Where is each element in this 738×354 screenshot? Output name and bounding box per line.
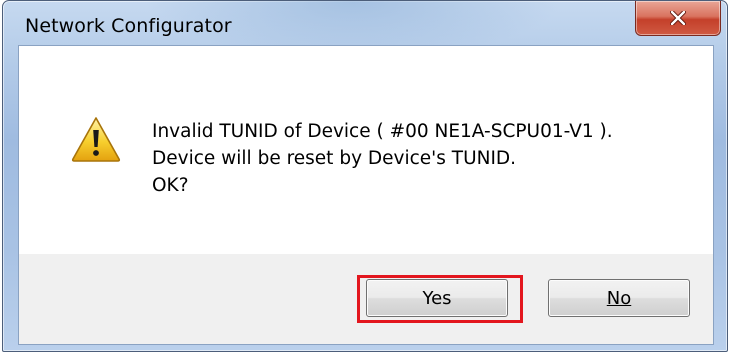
no-button[interactable]: No xyxy=(548,279,690,317)
dialog-window: Network Configurator Invalid TUNID of De… xyxy=(2,0,728,352)
dialog-title: Network Configurator xyxy=(25,15,232,37)
warning-icon xyxy=(71,117,121,162)
message-line: Device will be reset by Device's TUNID. xyxy=(152,148,517,169)
message-line: Invalid TUNID of Device ( #00 NE1A-SCPU0… xyxy=(152,121,613,142)
message-line: OK? xyxy=(152,175,189,196)
close-icon xyxy=(670,11,686,25)
no-button-label: No xyxy=(606,287,632,309)
message-area: Invalid TUNID of Device ( #00 NE1A-SCPU0… xyxy=(19,46,713,254)
yes-button[interactable]: Yes xyxy=(366,279,508,317)
dialog-content: Invalid TUNID of Device ( #00 NE1A-SCPU0… xyxy=(18,45,714,345)
message-text: Invalid TUNID of Device ( #00 NE1A-SCPU0… xyxy=(152,118,613,199)
close-button[interactable] xyxy=(635,1,721,36)
